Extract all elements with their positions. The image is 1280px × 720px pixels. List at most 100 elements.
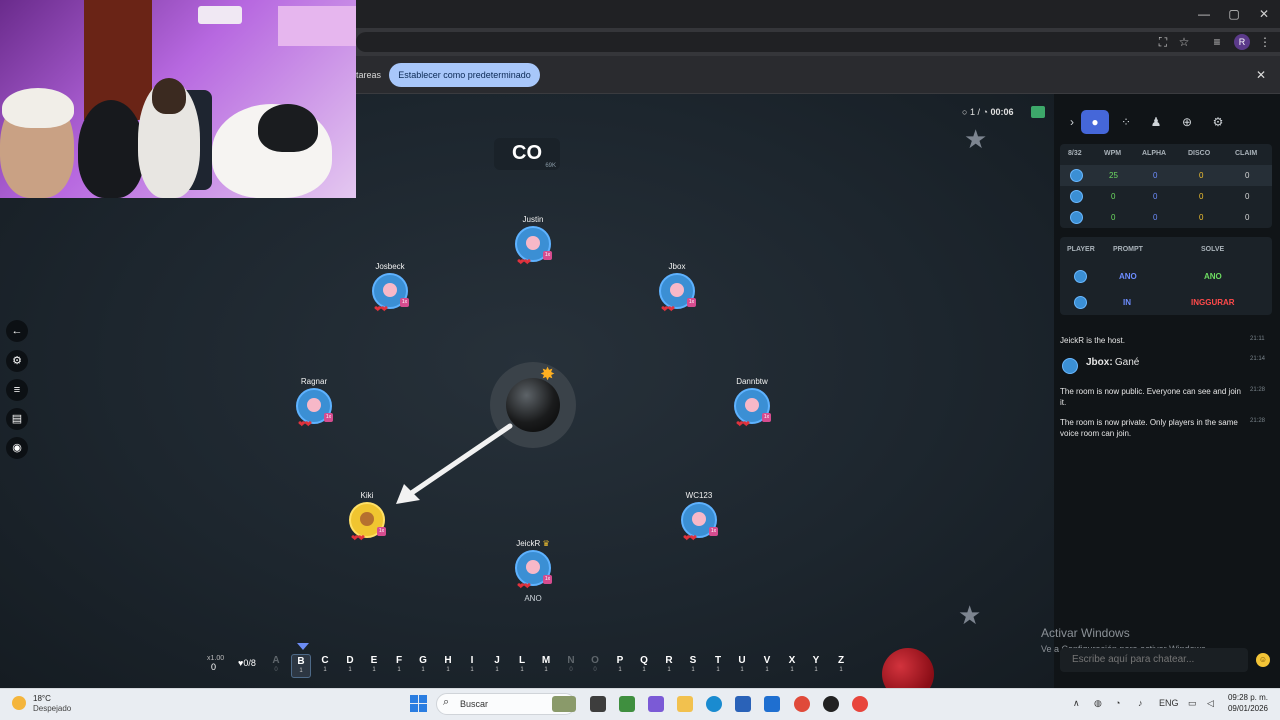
solve-word: ANO [1204,272,1222,281]
settings-gear-icon[interactable]: ⚙ [6,350,28,372]
bonus-letter-count: 1 [691,667,695,673]
close-infobar-icon[interactable]: ✕ [1254,68,1268,82]
chat-message: Jbox: Gané [1086,357,1272,368]
tab-settings-icon[interactable]: ⚙ [1204,110,1232,134]
translate-icon[interactable]: ⛶ [1155,34,1171,50]
chat-message: The room is now public. Everyone can see… [1060,387,1241,407]
multiplier-value: 0 [211,662,217,672]
teams-icon[interactable] [648,696,664,712]
chat-input[interactable] [1060,648,1248,672]
weather-description[interactable]: Despejado [33,704,71,713]
bonus-letter-count: 1 [397,667,401,673]
stats-col-claim: CLAIM [1235,150,1258,157]
bonus-letter-count: 0 [274,667,278,673]
chat-avatar [1062,358,1078,374]
stats-row[interactable]: 0 0 0 0 [1060,186,1272,207]
bonus-letter: D1 [340,654,360,678]
bonus-letter-count: 1 [470,667,474,673]
solves-header: PLAYER PROMPT SOLVE [1060,237,1272,263]
obs-icon[interactable] [823,696,839,712]
taskbar-time[interactable]: 09:28 p. m. [1226,693,1268,702]
stat-disco: 0 [1199,213,1204,222]
windows-taskbar [0,688,1280,720]
bonus-letter-count: 1 [372,667,376,673]
tray-chevron-icon[interactable]: ∧ [1073,698,1080,709]
stats-row[interactable]: 0 0 0 0 [1060,207,1272,228]
bonus-letter-char: V [763,655,771,666]
stats-col-wpm: WPM [1104,150,1122,157]
tab-stats-icon[interactable]: ● [1081,110,1109,134]
chat-bubble-icon[interactable]: ▤ [6,408,28,430]
task-view-icon[interactable] [590,696,606,712]
mail-icon[interactable] [764,696,780,712]
file-explorer-icon[interactable] [677,696,693,712]
edge-icon[interactable] [706,696,722,712]
tray-app-icon[interactable]: ◔ [1115,698,1120,708]
weather-temperature[interactable]: 18°C [33,694,51,703]
tab-rules-icon[interactable]: ⁘ [1112,110,1140,134]
profile-avatar[interactable]: R [1234,34,1250,50]
opera-icon[interactable] [794,696,810,712]
stats-row[interactable]: 25 0 0 0 [1060,165,1272,186]
minecraft-icon[interactable] [619,696,635,712]
bonus-letter-char: X [788,655,796,666]
bonus-letter: O0 [585,654,605,678]
bonus-letter-char: R [665,655,673,666]
microphone-icon[interactable]: ♪ [1138,698,1143,708]
bonus-letter: F1 [389,654,409,678]
maximize-icon[interactable]: ▢ [1226,6,1242,22]
solves-col-solve: SOLVE [1201,246,1225,253]
stat-wpm: 0 [1111,213,1116,222]
bonus-letter-char: I [470,655,474,666]
solves-row[interactable]: ANO ANO [1060,263,1272,289]
search-icon: ⌕ [443,696,450,708]
bonus-letter: N0 [561,654,581,678]
network-icon[interactable]: ▭ [1188,698,1197,709]
close-window-icon[interactable]: ✕ [1256,6,1272,22]
bonus-letter: Q1 [634,654,654,678]
back-arrow-icon[interactable]: ← [6,320,28,342]
multiplier-label: x1.00 [207,655,225,662]
player-mini-avatar [1070,190,1083,203]
solve-prompt: IN [1123,298,1131,307]
tab-search-icon[interactable]: ⊕ [1173,110,1201,134]
menu-icon[interactable]: ≡ [6,379,28,401]
volume-icon[interactable]: ◁ [1207,698,1214,709]
bonus-letter-char: Q [640,655,648,666]
bonus-letter-char: E [370,655,378,666]
bonus-letter-count: 1 [716,667,720,673]
stats-col-alpha: ALPHA [1142,150,1167,157]
store-icon[interactable] [735,696,751,712]
activate-windows-title: Activar Windows [1041,626,1130,640]
browser-menu-icon[interactable]: ⋮ [1257,34,1273,50]
taskbar-date[interactable]: 09/01/2026 [1226,704,1268,713]
solves-col-prompt: PROMPT [1113,246,1143,253]
bonus-letter-count: 1 [421,667,425,673]
bonus-letter-count: 1 [814,667,818,673]
player-mini-avatar [1074,296,1087,309]
chrome-icon[interactable] [852,696,868,712]
mouse-icon[interactable]: ◉ [6,437,28,459]
bonus-letter: E1 [364,654,384,678]
media-controls-icon[interactable]: ≡ [1209,34,1225,50]
stats-col-count: 8/32 [1068,150,1082,157]
bonus-letter-count: 1 [839,667,843,673]
tray-app-icon[interactable]: ◍ [1094,698,1102,709]
bonus-letter-char: C [321,655,329,666]
bonus-letter-count: 1 [446,667,450,673]
weather-moon-icon[interactable] [12,696,26,710]
tab-players-icon[interactable]: ♟ [1142,110,1170,134]
solves-row[interactable]: IN INGGURAR [1060,289,1272,315]
minimize-icon[interactable]: — [1196,6,1212,22]
bonus-letter-char: Y [812,655,820,666]
screen: — ▢ ✕ ⛶ ☆ ≡ R ⋮ tareas Establecer como p… [0,0,1280,720]
bonus-letter-char: P [616,655,624,666]
bonus-letter-count: 1 [299,668,303,674]
search-highlight-icon[interactable] [552,696,576,712]
bookmark-star-icon[interactable]: ☆ [1176,34,1192,50]
stat-alpha: 0 [1153,171,1158,180]
emoji-icon[interactable]: ☺ [1256,653,1270,667]
bonus-letter-count: 1 [348,667,352,673]
language-indicator[interactable]: ENG [1159,698,1179,708]
start-button-icon[interactable] [410,695,428,713]
